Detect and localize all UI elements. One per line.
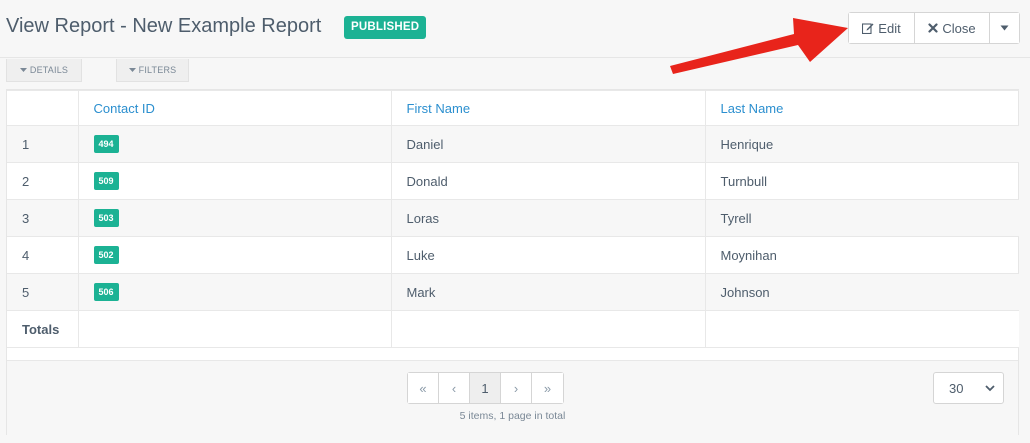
last-name-cell: Henrique: [704, 125, 1019, 163]
edit-icon: [862, 22, 874, 34]
tab-details[interactable]: DETAILS: [6, 59, 82, 82]
table-row: 3 503 Loras Tyrell: [7, 199, 1019, 237]
first-name-cell: Luke: [390, 236, 706, 274]
header-bar: View Report - New Example Report PUBLISH…: [0, 0, 1030, 58]
last-name-cell: Turnbull: [704, 162, 1019, 200]
tab-details-label: DETAILS: [29, 65, 69, 75]
totals-cell: [77, 310, 392, 348]
first-name-cell: Loras: [390, 199, 706, 237]
more-actions-dropdown[interactable]: [990, 13, 1019, 43]
last-page-button[interactable]: »: [532, 373, 563, 403]
first-name-cell: Donald: [390, 162, 706, 200]
edit-label: Edit: [878, 20, 901, 36]
totals-cell: [704, 310, 1019, 348]
last-name-cell: Johnson: [704, 273, 1019, 311]
contact-id-cell: 509: [77, 162, 392, 200]
pagination-summary: 5 items, 1 page in total: [459, 410, 566, 422]
tab-filters-label: FILTERS: [138, 65, 177, 75]
table-header-row: Contact ID First Name Last Name: [7, 90, 1019, 126]
action-button-group: Edit Close: [848, 12, 1020, 44]
contact-id-badge[interactable]: 502: [93, 246, 119, 264]
first-name-cell: Daniel: [390, 125, 706, 163]
report-table: Contact ID First Name Last Name 1 494 Da…: [7, 90, 1019, 348]
row-number: 4: [7, 236, 79, 274]
totals-cell: [390, 310, 706, 348]
table-row: 5 506 Mark Johnson: [7, 273, 1019, 311]
contact-id-badge[interactable]: 494: [93, 135, 119, 153]
caret-down-icon: [1000, 25, 1009, 31]
row-number: 1: [7, 125, 79, 163]
page-title: View Report - New Example Report: [6, 15, 322, 37]
contact-id-badge[interactable]: 509: [93, 172, 119, 190]
row-number: 2: [7, 162, 79, 200]
pagination: « ‹ 1 › »: [407, 372, 564, 404]
close-label: Close: [942, 20, 976, 36]
status-badge: PUBLISHED: [344, 16, 427, 39]
next-page-button[interactable]: ›: [501, 373, 532, 403]
column-header-contact-id[interactable]: Contact ID: [77, 90, 392, 126]
table-footer: « ‹ 1 › » 5 items, 1 page in total 30: [7, 360, 1018, 435]
column-header-index: [7, 90, 79, 126]
contact-id-badge[interactable]: 503: [93, 209, 119, 227]
totals-row: Totals: [7, 310, 1019, 348]
report-panel: Contact ID First Name Last Name 1 494 Da…: [6, 89, 1019, 435]
first-page-button[interactable]: «: [408, 373, 439, 403]
caret-down-icon: [128, 68, 136, 72]
caret-down-icon: [19, 68, 27, 72]
contact-id-cell: 494: [77, 125, 392, 163]
table-row: 2 509 Donald Turnbull: [7, 162, 1019, 200]
table-row: 1 494 Daniel Henrique: [7, 125, 1019, 163]
contact-id-cell: 506: [77, 273, 392, 311]
contact-id-badge[interactable]: 506: [93, 283, 119, 301]
column-header-last-name[interactable]: Last Name: [704, 90, 1019, 126]
tab-filters[interactable]: FILTERS: [116, 59, 189, 82]
table-row: 4 502 Luke Moynihan: [7, 236, 1019, 274]
contact-id-cell: 503: [77, 199, 392, 237]
contact-id-cell: 502: [77, 236, 392, 274]
tab-bar: DETAILS FILTERS: [0, 59, 1030, 83]
row-number: 5: [7, 273, 79, 311]
column-header-first-name[interactable]: First Name: [390, 90, 706, 126]
chevron-down-icon: [985, 384, 995, 392]
totals-label: Totals: [7, 310, 79, 348]
times-icon: [928, 23, 938, 33]
page-limit-select[interactable]: 30: [933, 372, 1004, 404]
row-number: 3: [7, 199, 79, 237]
page-1-button[interactable]: 1: [470, 373, 501, 403]
page-limit-value: 30: [949, 380, 964, 396]
first-name-cell: Mark: [390, 273, 706, 311]
close-button[interactable]: Close: [915, 13, 990, 43]
edit-button[interactable]: Edit: [849, 13, 915, 43]
last-name-cell: Tyrell: [704, 199, 1019, 237]
last-name-cell: Moynihan: [704, 236, 1019, 274]
prev-page-button[interactable]: ‹: [439, 373, 470, 403]
